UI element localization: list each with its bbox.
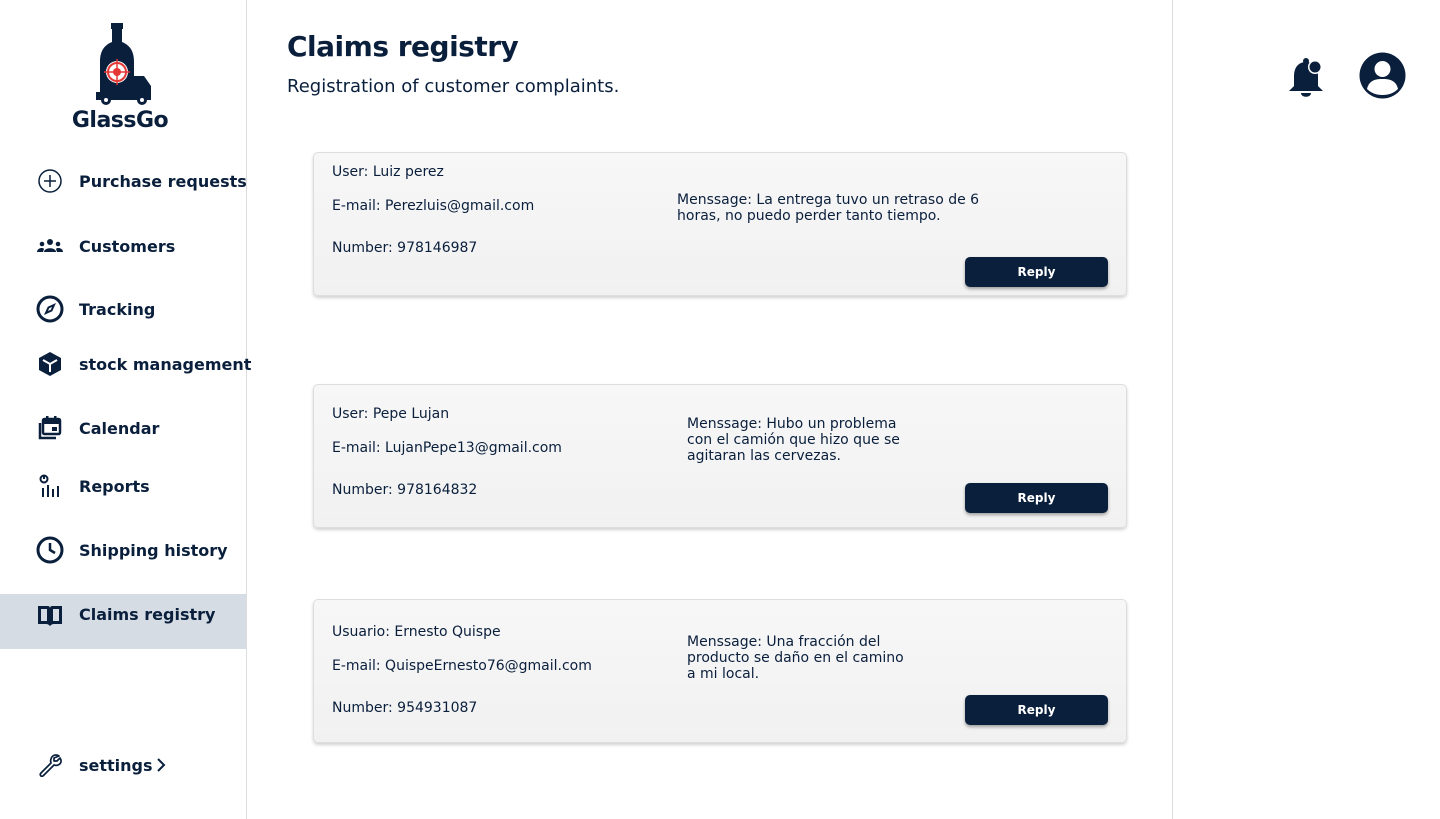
compass-icon — [36, 295, 64, 323]
claim-number: Number: 978146987 — [332, 240, 478, 256]
cube-icon — [36, 350, 64, 378]
wrench-icon — [36, 751, 64, 779]
claim-number: Number: 954931087 — [332, 700, 478, 716]
claim-user: User: Luiz perez — [332, 164, 444, 180]
sidebar-item-purchase-requests[interactable]: Purchase requests — [0, 154, 247, 208]
sidebar-item-label: Tracking — [79, 299, 156, 319]
clock-icon — [36, 536, 64, 564]
claim-message: Menssage: Hubo un problema con el camión… — [687, 416, 900, 464]
claim-user: Usuario: Ernesto Quispe — [332, 624, 501, 640]
sidebar-item-label: Reports — [79, 476, 150, 496]
book-icon — [36, 602, 64, 630]
chart-icon — [36, 472, 64, 500]
calendar-icon — [36, 414, 64, 442]
claim-number: Number: 978164832 — [332, 482, 478, 498]
page-title: Claims registry — [287, 30, 519, 63]
claim-email: E-mail: QuispeErnesto76@gmail.com — [332, 658, 592, 674]
sidebar-item-label: stock management — [79, 354, 252, 374]
sidebar-item-reports[interactable]: Reports — [0, 459, 246, 513]
sidebar-item-claims-registry[interactable]: Claims registry — [0, 594, 246, 649]
users-icon — [36, 232, 64, 260]
claim-card: Usuario: Ernesto Quispe E-mail: QuispeEr… — [313, 599, 1127, 743]
sidebar-item-label: Customers — [79, 236, 176, 256]
claim-message: Menssage: Una fracción del producto se d… — [687, 634, 904, 682]
bell-icon[interactable] — [1286, 56, 1326, 100]
reply-button[interactable]: Reply — [965, 695, 1108, 725]
claim-email: E-mail: LujanPepe13@gmail.com — [332, 440, 562, 456]
reply-button[interactable]: Reply — [965, 257, 1108, 287]
reply-button[interactable]: Reply — [965, 483, 1108, 513]
user-avatar-icon[interactable] — [1359, 52, 1406, 99]
claim-card: User: Luiz perez E-mail: Perezluis@gmail… — [313, 152, 1127, 296]
sidebar-item-label: Claims registry — [79, 605, 216, 624]
sidebar-item-customers[interactable]: Customers — [0, 219, 246, 273]
sidebar: GlassGo Purchase requests Customers Trac… — [0, 0, 251, 819]
page-subtitle: Registration of customer complaints. — [287, 76, 620, 97]
sidebar-item-label: Shipping history — [79, 540, 228, 560]
brand-name: GlassGo — [71, 108, 169, 133]
sidebar-item-settings[interactable]: settings — [0, 738, 246, 792]
settings-label: settings — [79, 755, 153, 775]
sidebar-item-tracking[interactable]: Tracking — [0, 282, 246, 336]
claim-message: Menssage: La entrega tuvo un retraso de … — [677, 192, 980, 224]
glassgo-logo[interactable]: GlassGo — [60, 20, 180, 140]
sidebar-item-stock-management[interactable]: stock management — [0, 337, 251, 391]
plus-circle-icon — [36, 167, 64, 195]
claim-user: User: Pepe Lujan — [332, 406, 450, 422]
sidebar-item-label: Calendar — [79, 418, 160, 438]
claim-card: User: Pepe Lujan E-mail: LujanPepe13@gma… — [313, 384, 1127, 528]
sidebar-item-calendar[interactable]: Calendar — [0, 401, 246, 455]
claim-email: E-mail: Perezluis@gmail.com — [332, 198, 535, 214]
sidebar-item-label: Purchase requests — [79, 171, 247, 191]
bottle-truck-icon — [96, 23, 151, 105]
chevron-right-icon[interactable] — [156, 757, 172, 773]
sidebar-item-shipping-history[interactable]: Shipping history — [0, 523, 246, 577]
main-content: Claims registry Registration of customer… — [247, 0, 1173, 819]
